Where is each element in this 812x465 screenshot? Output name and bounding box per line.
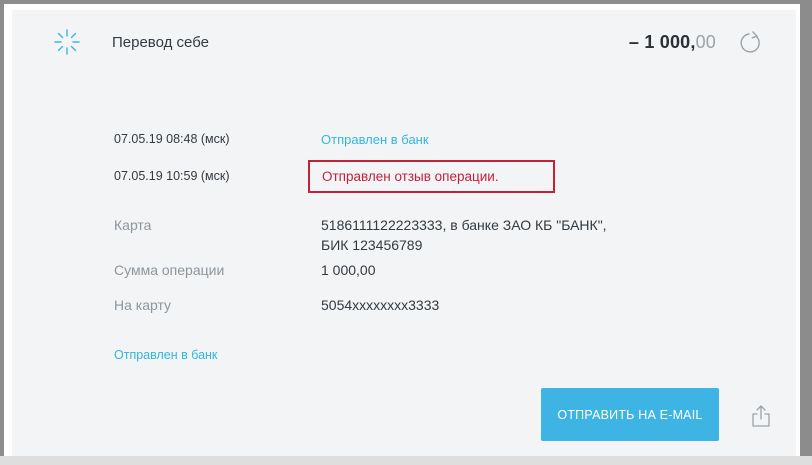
operation-amount: – 1 000,00: [629, 32, 716, 53]
card-value-line1: 5186111122223333, в банке ЗАО КБ "БАНК",: [321, 217, 607, 233]
operation-header: Перевод себе – 1 000,00: [12, 10, 796, 84]
history-status-sent[interactable]: Отправлен в банк: [321, 132, 429, 147]
footer-status-link[interactable]: Отправлен в банк: [114, 348, 217, 362]
card-value-line2: БИК 123456789: [321, 237, 423, 253]
app-frame: Перевод себе – 1 000,00 07.05.19 08:48 (…: [0, 0, 812, 465]
refresh-icon[interactable]: [736, 30, 762, 56]
window-edge-left: [0, 0, 4, 465]
history-status-recall-highlight: Отправлен отзыв операции.: [308, 160, 555, 193]
operation-title: Перевод себе: [112, 34, 209, 51]
window-edge-top: [0, 0, 812, 4]
window-edge-right: [800, 0, 812, 465]
share-icon[interactable]: [750, 404, 772, 428]
history-date-1: 07.05.19 08:48 (мск): [114, 132, 230, 146]
sum-value: 1 000,00: [321, 262, 376, 278]
amount-cents: 00: [695, 32, 716, 52]
spinner-icon: [54, 29, 80, 55]
to-card-value: 5054xxxxxxxx3333: [321, 297, 440, 313]
card-label: Карта: [114, 217, 152, 233]
amount-main: – 1 000,: [628, 32, 696, 52]
operation-card: Перевод себе – 1 000,00 07.05.19 08:48 (…: [12, 10, 796, 456]
sum-label: Сумма операции: [114, 262, 225, 278]
to-card-label: На карту: [114, 297, 172, 313]
send-email-button[interactable]: ОТПРАВИТЬ НА E-MAIL: [541, 388, 719, 441]
window-edge-bottom: [0, 456, 812, 465]
history-date-2: 07.05.19 10:59 (мск): [114, 169, 230, 183]
history-status-recall: Отправлен отзыв операции.: [322, 169, 499, 184]
